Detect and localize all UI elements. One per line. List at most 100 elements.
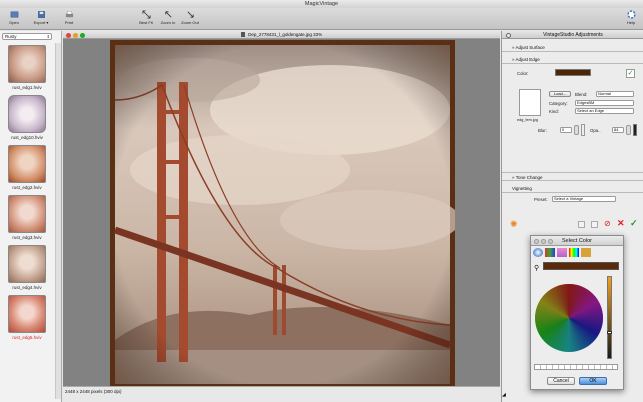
- list-item[interactable]: rust_edg10.hviv: [5, 95, 49, 140]
- close-window-icon[interactable]: [66, 32, 71, 38]
- list-item-label: rust_edg1.hviv: [12, 85, 42, 90]
- blur-slider[interactable]: [581, 124, 585, 136]
- document-window: Dep_2778431_l_goldengate.jpg 33% 2448 x …: [63, 31, 500, 402]
- preset-category-select[interactable]: Rusty ⇕: [2, 33, 52, 40]
- opacity-stepper[interactable]: [626, 125, 631, 135]
- color-wheel-mode-icon[interactable]: [533, 248, 543, 257]
- close-dialog-icon[interactable]: [534, 238, 539, 244]
- edge-thumbnail: [8, 45, 46, 83]
- brightness-slider[interactable]: [607, 276, 612, 359]
- kind-value: Select an Edge: [577, 108, 605, 113]
- edge-vignette: [115, 45, 450, 384]
- select-color-dialog: Select Color ⚲ Cancel OK: [530, 235, 624, 390]
- copy-edge-icon[interactable]: [591, 221, 598, 228]
- edge-thumbnail: [8, 145, 46, 183]
- blend-label: Blend:: [575, 92, 588, 97]
- opacity-value: 84: [614, 127, 619, 132]
- edge-thumbnail: [8, 195, 46, 233]
- zoom-out-icon: [187, 11, 194, 18]
- category-label: Category:: [549, 101, 568, 106]
- print-button[interactable]: Print: [58, 10, 80, 25]
- close-panel-icon[interactable]: [506, 32, 511, 38]
- brightness-slider-thumb[interactable]: [607, 331, 612, 334]
- vignetting-section[interactable]: Vignetting: [502, 184, 643, 193]
- best-fit-icon: [141, 10, 151, 19]
- app-title: MagicVintage: [304, 1, 339, 7]
- zoom-in-button[interactable]: Zoom In: [157, 10, 179, 25]
- adjust-surface-section[interactable]: » Adjust Surface: [502, 43, 643, 52]
- best-fit-button[interactable]: Best Fit: [135, 10, 157, 25]
- minimize-dialog-icon[interactable]: [541, 238, 546, 244]
- load-button[interactable]: Load...: [549, 91, 571, 97]
- magnifier-icon[interactable]: ⚲: [534, 264, 539, 272]
- minimize-window-icon[interactable]: [73, 32, 78, 38]
- opacity-slider[interactable]: [633, 124, 637, 136]
- tone-change-section[interactable]: » Tone Change: [502, 172, 643, 181]
- adjust-edge-section[interactable]: » Adjust Edge: [502, 55, 643, 64]
- help-lifebuoy-icon: [626, 10, 636, 19]
- open-label: Open: [9, 20, 19, 25]
- zoom-window-icon[interactable]: [80, 32, 85, 38]
- zoom-in-label: Zoom In: [160, 20, 176, 25]
- status-bar: 2448 x 2448 pixels (300 dpi): [63, 386, 500, 402]
- confirm-check-icon[interactable]: ✓: [630, 218, 638, 229]
- blur-field[interactable]: 0: [560, 127, 572, 133]
- color-dialog-title: Select Color: [562, 238, 592, 244]
- edge-thumbnail: [8, 95, 46, 133]
- cancel-x-icon[interactable]: ✕: [617, 218, 625, 229]
- export-button[interactable]: Export ▾: [30, 10, 52, 25]
- resize-grip-icon[interactable]: ◢: [502, 392, 508, 398]
- swatch-row[interactable]: [534, 364, 618, 370]
- printer-icon: [65, 11, 73, 18]
- apply-edge-icon[interactable]: [578, 221, 585, 228]
- zoom-dialog-icon[interactable]: [548, 238, 553, 244]
- color-wheel[interactable]: [535, 284, 603, 352]
- thumbnail-scrollbar[interactable]: [55, 43, 61, 399]
- blend-select[interactable]: Normal: [596, 91, 634, 97]
- open-button[interactable]: Open: [3, 10, 25, 25]
- category-select[interactable]: EdgesBM: [575, 100, 634, 106]
- list-item-label: rust_edg4.hviv: [12, 285, 42, 290]
- list-item-label: rust_edg10.hviv: [11, 135, 43, 140]
- color-label: Color:: [517, 71, 529, 76]
- vintage-preset-select[interactable]: Select a Vintage: [552, 196, 616, 202]
- list-item[interactable]: rust_edg3.hviv: [5, 195, 49, 240]
- zoom-in-icon: [164, 11, 171, 18]
- export-label: Export: [33, 20, 46, 25]
- palettes-mode-icon[interactable]: [557, 248, 567, 257]
- color-dialog-title-bar: Select Color: [531, 236, 623, 246]
- kind-label: Kind:: [549, 109, 559, 114]
- list-item[interactable]: rust_edg1.hviv: [5, 45, 49, 90]
- zoom-out-label: Zoom Out: [181, 20, 199, 25]
- open-folder-icon: [10, 11, 18, 18]
- edge-thumbnail: [8, 295, 46, 333]
- cancel-button[interactable]: Cancel: [547, 377, 575, 385]
- adjust-surface-label: Adjust Surface: [515, 45, 545, 50]
- list-item[interactable]: rust_edg4.hviv: [5, 245, 49, 290]
- sliders-mode-icon[interactable]: [545, 248, 555, 257]
- blur-stepper[interactable]: [574, 125, 579, 135]
- export-icon: [37, 11, 45, 18]
- preset-label: Preset:: [534, 197, 548, 202]
- ok-button[interactable]: OK: [579, 377, 607, 385]
- adjustments-title-bar: VintageStudio Adjustments: [502, 31, 643, 39]
- zoom-out-button[interactable]: Zoom Out: [179, 10, 201, 25]
- list-item-label: rust_edg2.hviv: [12, 185, 42, 190]
- crayons-mode-icon[interactable]: [581, 248, 591, 257]
- disclosure-triangle-icon: »: [512, 57, 515, 62]
- list-item[interactable]: rust_edg2.hviv: [5, 145, 49, 190]
- best-fit-label: Best Fit: [139, 20, 153, 25]
- reset-icon[interactable]: ⊘: [604, 219, 611, 228]
- kind-select[interactable]: Select an Edge: [575, 108, 634, 114]
- disclosure-triangle-icon: »: [512, 175, 515, 180]
- print-label: Print: [64, 20, 74, 25]
- help-button[interactable]: Help: [620, 10, 642, 25]
- opacity-field[interactable]: 84: [612, 127, 624, 133]
- photo-canvas[interactable]: [110, 40, 455, 389]
- spectrum-mode-icon[interactable]: [569, 248, 579, 257]
- gear-icon[interactable]: ✺: [510, 219, 518, 230]
- edge-color-well[interactable]: [555, 69, 591, 76]
- color-enabled-checkbox[interactable]: ✓: [626, 69, 635, 78]
- tone-change-label: Tone Change: [515, 175, 543, 180]
- list-item-selected[interactable]: rust_edg5.hviv: [5, 295, 49, 340]
